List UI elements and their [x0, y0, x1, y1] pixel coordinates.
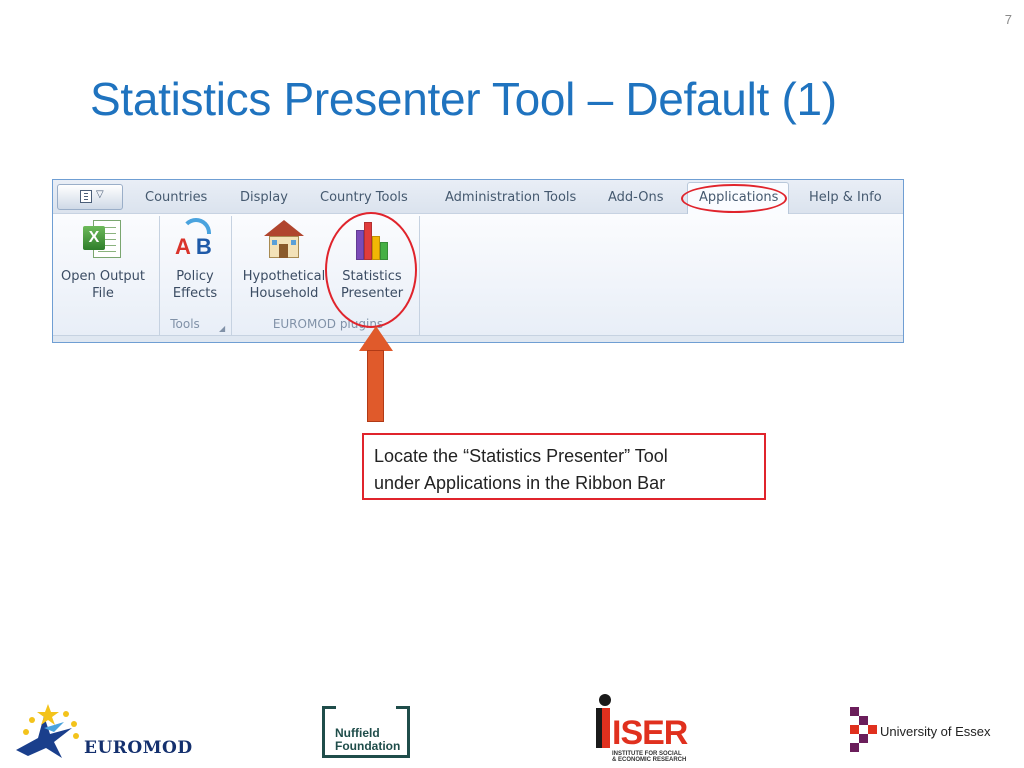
iser-logo-stem	[596, 708, 610, 748]
arrow-shaft	[367, 350, 384, 422]
iser-logo: ISER INSTITUTE FOR SOCIAL & ECONOMIC RES…	[596, 694, 688, 764]
nuffield-foundation-logo: Nuffield Foundation	[322, 706, 410, 758]
quick-access-button[interactable]: ▽	[57, 184, 123, 210]
essex-logo-text: University of Essex	[880, 724, 991, 739]
house-icon	[262, 218, 306, 262]
page-number: 7	[1004, 12, 1012, 27]
callout-line-1: Locate the “Statistics Presenter” Tool	[374, 446, 668, 466]
policy-effects-label-2: Effects	[172, 286, 218, 301]
tab-help-info[interactable]: Help & Info	[809, 190, 882, 205]
open-output-file-label-1: Open Output	[60, 269, 145, 284]
tab-display[interactable]: Display	[240, 190, 288, 205]
nuffield-logo-line-1: Nuffield	[335, 726, 380, 740]
policy-effects-label-1: Policy	[176, 269, 214, 284]
ribbon-bottom-strip	[53, 335, 903, 342]
tab-countries[interactable]: Countries	[145, 190, 207, 205]
group-label-tools: Tools	[170, 317, 200, 331]
iser-logo-subtitle-2: & ECONOMIC RESEARCH	[612, 757, 687, 763]
tab-add-ons[interactable]: Add-Ons	[608, 190, 663, 205]
tab-country-tools[interactable]: Country Tools	[320, 190, 408, 205]
dialog-launcher-icon[interactable]: ◢	[219, 324, 225, 333]
statistics-presenter-highlight-circle	[325, 212, 417, 328]
dropdown-arrow-icon: ▽	[96, 189, 104, 200]
hypothetical-household-label-1: Hypothetical	[242, 269, 326, 284]
open-output-file-label-2: File	[92, 286, 114, 301]
iser-logo-dot	[599, 694, 611, 706]
iser-logo-word: ISER	[612, 714, 688, 752]
euromod-star-icon	[16, 704, 79, 758]
euromod-logo: EUROMOD	[14, 698, 192, 760]
arrow-up-icon	[359, 326, 393, 351]
euromod-logo-text: EUROMOD	[84, 738, 193, 758]
university-of-essex-logo: University of Essex	[850, 707, 1000, 757]
policy-effects-button[interactable]: AB Policy Effects	[165, 218, 225, 302]
nuffield-logo-line-2: Foundation	[335, 739, 401, 753]
ribbon-tab-bar: ▽ Countries Display Country Tools Admini…	[53, 180, 903, 214]
hypothetical-household-button[interactable]: Hypothetical Household	[239, 218, 329, 302]
ab-compare-icon: AB	[173, 218, 217, 262]
tab-administration-tools[interactable]: Administration Tools	[445, 190, 576, 205]
ribbon-screenshot: ▽ Countries Display Country Tools Admini…	[52, 179, 904, 343]
group-separator	[159, 216, 160, 340]
callout-line-2: under Applications in the Ribbon Bar	[374, 473, 666, 493]
hypothetical-household-label-2: Household	[249, 286, 319, 301]
open-output-file-button[interactable]: X Open Output File	[59, 218, 147, 302]
group-separator	[231, 216, 232, 340]
document-icon	[80, 190, 92, 203]
excel-icon: X	[81, 218, 125, 262]
ribbon-content: X Open Output File AB Policy Effects Too…	[53, 214, 903, 340]
slide-title: Statistics Presenter Tool – Default (1)	[90, 73, 837, 125]
instruction-callout: Locate the “Statistics Presenter” Tool u…	[362, 433, 766, 500]
applications-highlight-circle	[681, 184, 787, 213]
group-separator	[419, 216, 420, 340]
